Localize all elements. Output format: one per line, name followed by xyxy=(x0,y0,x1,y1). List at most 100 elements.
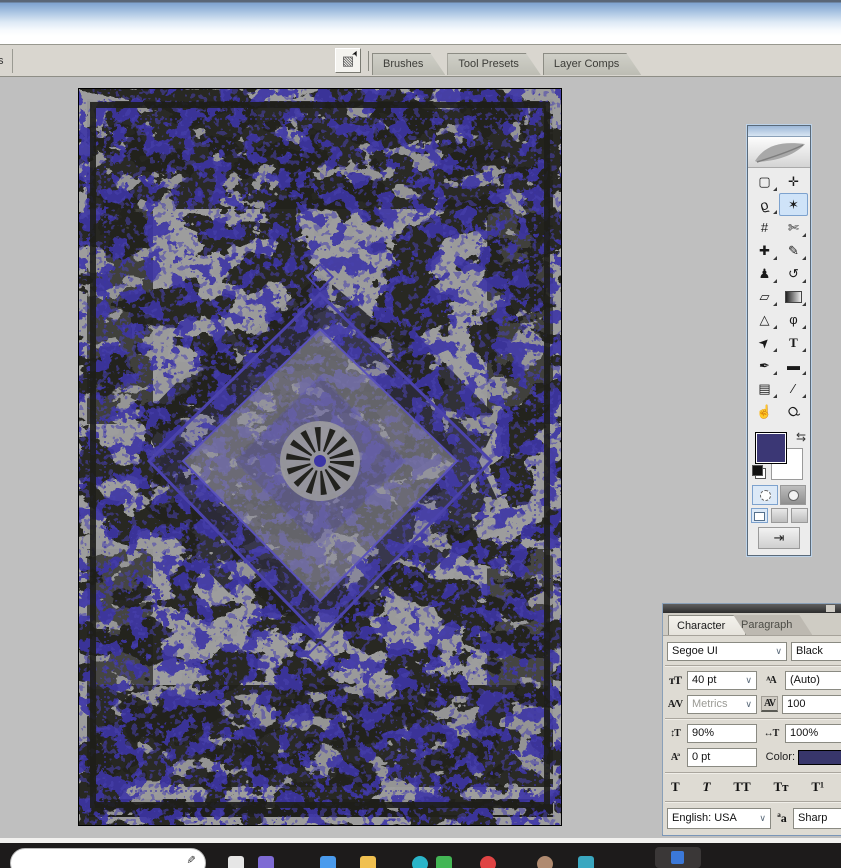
character-panel-body: Segoe UI ∨ Black ᴛT 40 pt ∨ ᴬA (Auto) xyxy=(663,636,841,835)
leading-field[interactable]: (Auto) xyxy=(785,671,841,690)
tool-move[interactable]: ✛ xyxy=(779,170,808,193)
foreground-color-swatch[interactable] xyxy=(755,432,787,464)
tab-brushes[interactable]: Brushes xyxy=(372,53,445,75)
taskbar-app-tan-icon[interactable] xyxy=(537,856,553,868)
taskbar-app-cyan-icon[interactable] xyxy=(578,856,594,868)
language-select[interactable]: English: USA ∨ xyxy=(667,808,771,829)
tool-rectangular-marquee[interactable]: ▢ xyxy=(750,170,779,193)
font-size-icon: ᴛT xyxy=(663,673,687,688)
horizontal-scale-icon: ↔T xyxy=(757,728,785,739)
tool-blur[interactable]: △ xyxy=(750,308,779,331)
font-style-select[interactable]: Black xyxy=(791,642,841,661)
horizontal-scale-field[interactable]: 100% xyxy=(785,724,841,743)
color-label: Color: xyxy=(755,751,795,763)
brush-icon: ✎ xyxy=(788,243,799,259)
vertical-scale-icon: ↕T xyxy=(663,728,687,739)
rug-image xyxy=(79,89,561,825)
palette-well-separator xyxy=(368,51,369,71)
rectangle-shape-icon: ▬ xyxy=(787,358,800,373)
small-caps-button[interactable]: Tᴛ xyxy=(772,779,791,795)
tool-magic-wand[interactable]: ✶ xyxy=(779,193,808,216)
default-colors-icon[interactable] xyxy=(752,465,766,479)
taskbar-app-red-icon[interactable] xyxy=(480,856,496,868)
notes-icon: ▤ xyxy=(758,381,770,397)
character-panel-titlebar[interactable] xyxy=(663,604,841,613)
tool-dodge[interactable]: φ xyxy=(779,308,808,331)
blur-icon: △ xyxy=(760,312,770,328)
baseline-shift-field[interactable]: 0 pt xyxy=(687,748,757,767)
tool-slice[interactable]: ✄ xyxy=(779,216,808,239)
tool-crop[interactable]: # xyxy=(750,216,779,239)
tab-layer-comps[interactable]: Layer Comps xyxy=(543,53,641,75)
taskbar-active-app[interactable] xyxy=(655,847,701,868)
options-bar: s ▧ ➤ Brushes Tool Presets Layer Comps xyxy=(0,44,841,77)
tab-paragraph[interactable]: Paragraph xyxy=(733,615,812,635)
vertical-scale-field[interactable]: 90% xyxy=(687,724,757,743)
tab-character[interactable]: Character xyxy=(668,615,746,635)
text-color-swatch[interactable] xyxy=(798,750,841,765)
document-canvas[interactable] xyxy=(78,88,562,826)
quick-mask-mode-button[interactable] xyxy=(780,485,806,505)
tool-eraser[interactable]: ▱ xyxy=(750,285,779,308)
imageready-row: ⇥ xyxy=(748,527,810,549)
taskbar-app-blue-icon[interactable] xyxy=(320,856,336,868)
standard-mode-button[interactable] xyxy=(752,485,778,505)
kerning-select[interactable]: Metrics ∨ xyxy=(687,695,757,714)
clone-stamp-icon: ♟ xyxy=(759,266,771,282)
taskbar-app-teal-icon[interactable] xyxy=(412,856,428,868)
jump-to-imageready-button[interactable]: ⇥ xyxy=(758,527,800,549)
taskbar-folder-icon[interactable] xyxy=(360,856,376,868)
taskbar-search[interactable]: ✎ xyxy=(10,848,206,868)
swap-colors-icon[interactable]: ⇆ xyxy=(796,430,806,444)
superscript-button[interactable]: T¹ xyxy=(809,779,826,795)
feather-icon xyxy=(751,139,807,165)
tool-palette: ▢ ✛ ϱ ✶ # ✄ ✚ ✎ ♟ ↺ ▱ △ φ ➤ T ✒ ▬ ▤ ∕ ☝ … xyxy=(747,125,811,556)
character-panel-tabs: Paragraph Character xyxy=(663,613,841,636)
tool-path-selection[interactable]: ➤ xyxy=(750,331,779,354)
tab-tool-presets[interactable]: Tool Presets xyxy=(447,53,541,75)
all-caps-button[interactable]: TT xyxy=(731,779,752,795)
type-style-buttons: T T TT Tᴛ T¹ T₁ T xyxy=(663,779,841,795)
options-divider xyxy=(12,49,13,73)
window-titlebar xyxy=(0,0,841,44)
tool-gradient[interactable] xyxy=(779,285,808,308)
eraser-icon: ▱ xyxy=(760,289,770,305)
chevron-down-icon: ∨ xyxy=(745,675,752,686)
anti-alias-select[interactable]: Sharp xyxy=(793,808,841,829)
taskbar-app-light-icon[interactable] xyxy=(228,856,244,868)
search-pen-icon: ✎ xyxy=(184,855,197,864)
tool-eyedropper[interactable]: ∕ xyxy=(779,377,808,400)
fullscreen-menubar-mode-button[interactable] xyxy=(771,508,788,523)
tracking-field[interactable]: 100 xyxy=(782,695,841,714)
tracking-icon: AV xyxy=(761,696,778,712)
tool-lasso[interactable]: ϱ xyxy=(750,193,779,216)
standard-mode-icon xyxy=(760,490,771,501)
tool-spot-healing-brush[interactable]: ✚ xyxy=(750,239,779,262)
file-browser-button[interactable]: ▧ ➤ xyxy=(335,48,361,73)
tool-brush[interactable]: ✎ xyxy=(779,239,808,262)
taskbar-app-green-icon[interactable] xyxy=(436,856,452,868)
faux-italic-button[interactable]: T xyxy=(701,779,713,795)
tool-type[interactable]: T xyxy=(779,331,808,354)
tool-palette-titlebar[interactable] xyxy=(748,126,810,137)
panel-close-icon[interactable] xyxy=(826,605,835,612)
fullscreen-mode-button[interactable] xyxy=(791,508,808,523)
tool-hand[interactable]: ☝ xyxy=(750,400,779,423)
dodge-icon: φ xyxy=(789,312,797,327)
tool-rectangle-shape[interactable]: ▬ xyxy=(779,354,808,377)
font-family-select[interactable]: Segoe UI ∨ xyxy=(667,642,787,661)
chevron-down-icon: ∨ xyxy=(775,646,782,657)
palette-well: Brushes Tool Presets Layer Comps xyxy=(372,53,643,75)
pen-icon: ✒ xyxy=(759,358,770,374)
color-swatches: ⇆ xyxy=(748,429,810,481)
faux-bold-button[interactable]: T xyxy=(669,779,682,795)
tool-clone-stamp[interactable]: ♟ xyxy=(750,262,779,285)
tool-notes[interactable]: ▤ xyxy=(750,377,779,400)
tool-history-brush[interactable]: ↺ xyxy=(779,262,808,285)
tool-zoom[interactable]: Q xyxy=(779,400,808,423)
standard-screen-mode-button[interactable] xyxy=(751,508,768,523)
font-size-select[interactable]: 40 pt ∨ xyxy=(687,671,757,690)
anti-alias-icon: ªa xyxy=(771,811,793,826)
tool-pen[interactable]: ✒ xyxy=(750,354,779,377)
taskbar-app-purple-icon[interactable] xyxy=(258,856,274,868)
